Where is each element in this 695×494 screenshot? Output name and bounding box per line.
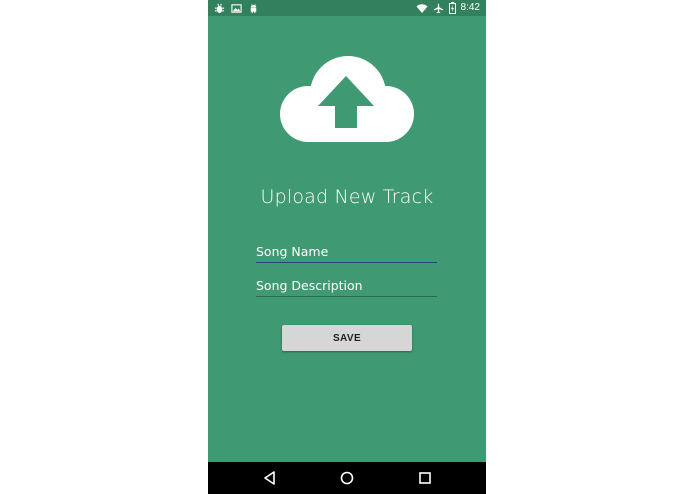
android-icon <box>248 3 259 14</box>
cloud-upload-icon <box>278 54 418 150</box>
navigation-bar <box>208 462 486 494</box>
image-icon <box>231 3 242 14</box>
recents-icon[interactable] <box>417 470 433 486</box>
battery-charging-icon <box>448 2 456 14</box>
wifi-icon <box>416 3 428 14</box>
airplane-icon <box>433 3 444 14</box>
song-name-input[interactable] <box>256 240 437 263</box>
system-status-icons: 8:42 <box>416 2 480 14</box>
back-icon[interactable] <box>262 470 278 486</box>
status-bar: 8:42 <box>208 0 486 16</box>
phone-screen: 8:42 Upload New Track SAVE <box>208 0 486 494</box>
clock: 8:42 <box>460 2 480 13</box>
song-description-input[interactable] <box>256 274 437 297</box>
page-title: Upload New Track <box>260 186 434 208</box>
home-icon[interactable] <box>339 470 355 486</box>
debug-icon <box>214 3 225 14</box>
notification-icons <box>214 2 259 14</box>
save-button[interactable]: SAVE <box>282 325 412 351</box>
